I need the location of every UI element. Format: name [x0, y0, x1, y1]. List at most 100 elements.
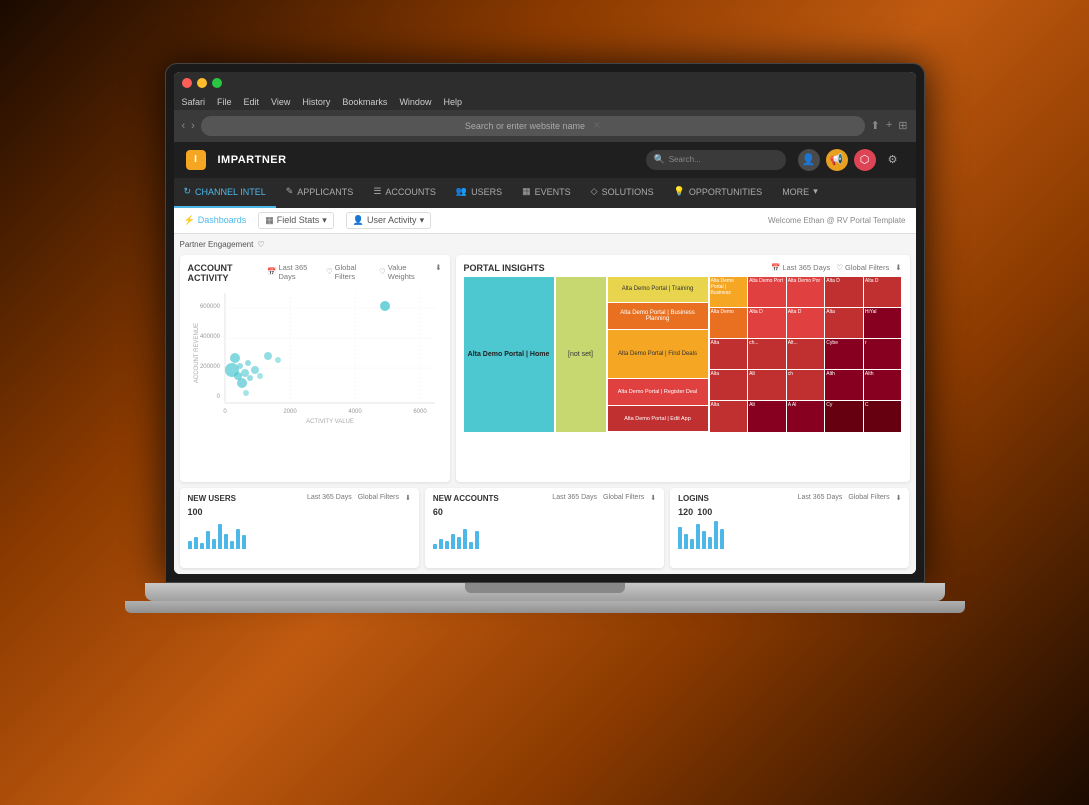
users-icon: 👥 [456, 186, 467, 197]
nu-filter-days[interactable]: Last 365 Days [307, 494, 352, 502]
na-bar-3 [445, 541, 449, 549]
svg-text:600000: 600000 [199, 304, 220, 310]
aa-filter-global[interactable]: ♡ Global Filters [326, 263, 373, 281]
svg-text:6000: 6000 [413, 409, 427, 415]
pi-home-cell: Alta Demo Portal | Home [464, 277, 554, 432]
global-filter-icon: ♡ [326, 267, 333, 276]
aa-download-icon[interactable]: ⬇ [435, 263, 441, 281]
na-bar-6 [463, 529, 467, 549]
menu-edit[interactable]: Edit [244, 97, 260, 107]
hex-button[interactable]: ⬡ [854, 149, 876, 171]
na-download[interactable]: ⬇ [650, 494, 656, 502]
menu-history[interactable]: History [302, 97, 330, 107]
new-users-peak: 100 [188, 507, 411, 517]
pi-download-icon[interactable]: ⬇ [895, 263, 901, 272]
calendar-icon: 📅 [267, 267, 276, 276]
laptop-container: Safari File Edit View History Bookmarks … [135, 63, 955, 743]
app-content: I IMPARTNER 🔍 Search... 👤 📢 [174, 142, 916, 574]
notification-button[interactable]: 📢 [826, 149, 848, 171]
sub-nav: ⚡ Dashboards ▦ Field Stats ▾ 👤 User Acti… [174, 208, 916, 234]
aa-filter-days[interactable]: 📅 Last 365 Days [267, 263, 320, 281]
nav-events[interactable]: ▦ EVENTS [512, 178, 581, 208]
minimize-dot[interactable] [197, 78, 207, 88]
dashboards-tab[interactable]: ⚡ Dashboards [184, 215, 247, 226]
partner-engagement-icon: ♡ [257, 240, 264, 249]
share-icon[interactable]: ⬆ [871, 119, 880, 132]
user-icon-button[interactable]: 👤 [798, 149, 820, 171]
nav-more[interactable]: MORE ▾ [772, 178, 828, 208]
nav-opportunities[interactable]: 💡 OPPORTUNITIES [664, 178, 773, 208]
close-dot[interactable] [182, 78, 192, 88]
na-filter-global[interactable]: Global Filters [603, 494, 644, 502]
address-bar[interactable]: Search or enter website name ✕ [201, 116, 865, 136]
macos-titlebar [174, 72, 916, 94]
new-accounts-widget: NEW ACCOUNTS Last 365 Days Global Filter… [425, 488, 664, 568]
pi-middle-col: Alta Demo Portal | Training Alta Demo Po… [608, 277, 708, 432]
pi-filter-days[interactable]: 📅 Last 365 Days [771, 263, 830, 272]
accounts-icon: ☰ [373, 186, 381, 197]
menu-bookmarks[interactable]: Bookmarks [342, 97, 387, 107]
menu-safari[interactable]: Safari [182, 97, 206, 107]
pi-filter-global[interactable]: ♡ Global Filters [836, 263, 889, 272]
back-button[interactable]: ‹ [182, 120, 186, 132]
user-activity-dropdown[interactable]: 👤 User Activity ▾ [346, 212, 431, 229]
gear-icon: ⚙ [888, 153, 898, 166]
new-users-title: NEW USERS [188, 494, 236, 503]
opportunities-icon: 💡 [674, 186, 685, 197]
svg-text:200000: 200000 [199, 364, 220, 370]
laptop-screen: Safari File Edit View History Bookmarks … [174, 72, 916, 574]
l-filter-global[interactable]: Global Filters [848, 494, 889, 502]
pi-calendar-icon: 📅 [771, 263, 780, 272]
nu-bar-4 [206, 531, 210, 549]
nu-download[interactable]: ⬇ [405, 494, 411, 502]
maximize-dot[interactable] [212, 78, 222, 88]
browser-chrome: ‹ › Search or enter website name ✕ ⬆ + ⊞ [174, 110, 916, 142]
nu-bar-8 [230, 541, 234, 549]
new-tab-icon[interactable]: + [886, 119, 892, 132]
svg-text:400000: 400000 [199, 334, 220, 340]
menu-file[interactable]: File [217, 97, 232, 107]
aa-filter-value[interactable]: ♡ Value Weights [379, 263, 429, 281]
pi-business-cell: Alta Demo Portal | Business Planning [608, 303, 708, 329]
menu-help[interactable]: Help [443, 97, 462, 107]
pi-grid-cell-20: Alth [864, 370, 902, 400]
header-search[interactable]: 🔍 Search... [646, 150, 786, 170]
field-stats-dropdown[interactable]: ▦ Field Stats ▾ [258, 212, 334, 229]
nav-solutions[interactable]: ◇ SOLUTIONS [581, 178, 664, 208]
sidebar-icon[interactable]: ⊞ [898, 119, 907, 132]
pi-grid-cell-10: HiYal [864, 308, 902, 338]
nav-channel-intel[interactable]: ↻ CHANNEL INTEL [174, 178, 276, 208]
pi-grid-cell-14: Cybe [825, 339, 863, 369]
nav-accounts[interactable]: ☰ ACCOUNTS [363, 178, 446, 208]
nav-users[interactable]: 👥 USERS [446, 178, 512, 208]
solutions-icon: ◇ [591, 186, 598, 197]
pi-grid-cell-18: ch [787, 370, 825, 400]
account-activity-title: ACCOUNT ACTIVITY [188, 263, 268, 285]
main-area: Partner Engagement ♡ ACCOUNT ACTIVITY [174, 234, 916, 574]
menu-view[interactable]: View [271, 97, 290, 107]
pi-grid-cell-13: Alt... [787, 339, 825, 369]
na-filter-days[interactable]: Last 365 Days [552, 494, 597, 502]
l-filter-days[interactable]: Last 365 Days [798, 494, 843, 502]
logins-peaks: 120 100 [678, 507, 901, 517]
nu-bar-10 [242, 535, 246, 549]
nu-bar-7 [224, 534, 228, 549]
l-download[interactable]: ⬇ [896, 494, 902, 502]
pi-notset-cell: [not set] [556, 277, 606, 432]
settings-button[interactable]: ⚙ [882, 149, 904, 171]
field-stats-chevron: ▾ [322, 215, 327, 226]
search-icon: 🔍 [654, 154, 665, 165]
account-activity-chart: 600000 400000 200000 0 0 2000 4000 6000 [188, 288, 442, 428]
close-tab-icon[interactable]: ✕ [593, 120, 601, 131]
menu-window[interactable]: Window [399, 97, 431, 107]
user-activity-icon: 👤 [353, 215, 364, 226]
na-bar-1 [433, 544, 437, 549]
pi-grid-cell-16: Alta [710, 370, 748, 400]
nu-filter-global[interactable]: Global Filters [358, 494, 399, 502]
new-users-filters: Last 365 Days Global Filters ⬇ [307, 494, 411, 502]
nav-applicants[interactable]: ✎ APPLICANTS [276, 178, 364, 208]
svg-text:ACTIVITY VALUE: ACTIVITY VALUE [306, 419, 354, 425]
forward-button[interactable]: › [191, 120, 195, 132]
new-accounts-filters: Last 365 Days Global Filters ⬇ [552, 494, 656, 502]
app-logo-text: IMPARTNER [218, 154, 287, 166]
